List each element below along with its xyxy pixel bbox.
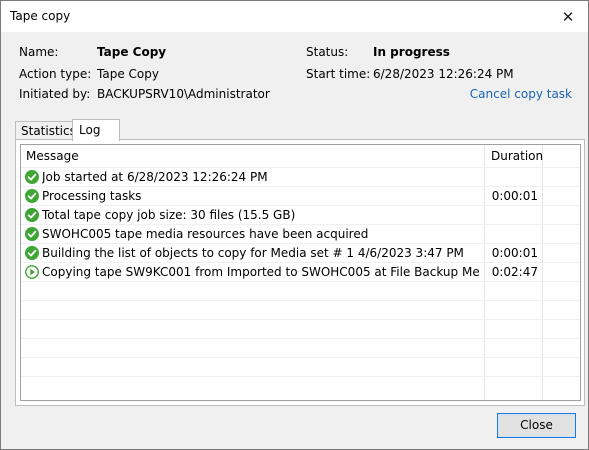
close-icon[interactable]: ✕ (548, 1, 588, 32)
success-icon (25, 208, 39, 222)
success-icon (25, 189, 39, 203)
log-message: Copying tape SW9KC001 from Imported to S… (42, 265, 479, 279)
table-row[interactable]: Total tape copy job size: 30 files (15.5… (21, 205, 580, 225)
action-type-value: Tape Copy (97, 67, 159, 81)
close-button[interactable]: Close (497, 413, 576, 438)
name-label: Name: (19, 45, 59, 59)
log-message: Job started at 6/28/2023 12:26:24 PM (42, 170, 268, 184)
success-icon (25, 227, 39, 241)
success-icon (25, 170, 39, 184)
table-row[interactable]: Job started at 6/28/2023 12:26:24 PM (21, 167, 580, 187)
cancel-copy-task-link[interactable]: Cancel copy task (470, 87, 572, 101)
start-time-label: Start time: (306, 67, 371, 81)
log-message: SWOHC005 tape media resources have been … (42, 227, 369, 241)
log-message: Building the list of objects to copy for… (42, 246, 464, 260)
status-value: In progress (373, 45, 450, 59)
log-duration: 0:02:47 (491, 265, 538, 279)
log-duration: 0:00:01 (491, 189, 538, 203)
table-row[interactable]: Building the list of objects to copy for… (21, 243, 580, 263)
column-header-duration[interactable]: Duration (491, 145, 543, 167)
column-header-message[interactable]: Message (26, 145, 79, 167)
running-icon (25, 265, 39, 279)
table-row[interactable]: Processing tasks 0:00:01 (21, 186, 580, 206)
table-row[interactable] (21, 357, 580, 377)
table-row[interactable] (21, 376, 580, 396)
initiated-by-label: Initiated by: (19, 87, 91, 101)
table-row[interactable]: SWOHC005 tape media resources have been … (21, 224, 580, 244)
table-row[interactable] (21, 300, 580, 320)
title-bar: Tape copy ✕ (1, 1, 588, 32)
table-row[interactable] (21, 319, 580, 339)
initiated-by-value: BACKUPSRV10\Administrator (97, 87, 270, 101)
table-row[interactable]: Copying tape SW9KC001 from Imported to S… (21, 262, 580, 282)
log-panel: Message Duration Job started at 6/28/202… (15, 139, 585, 406)
action-type-label: Action type: (19, 67, 92, 81)
status-label: Status: (306, 45, 349, 59)
tape-copy-dialog: Tape copy ✕ Name: Tape Copy Action type:… (0, 0, 589, 450)
table-row[interactable] (21, 338, 580, 358)
log-message: Total tape copy job size: 30 files (15.5… (42, 208, 296, 222)
log-duration: 0:00:01 (491, 246, 538, 260)
start-time-value: 6/28/2023 12:26:24 PM (373, 67, 514, 81)
table-row[interactable] (21, 281, 580, 301)
name-value: Tape Copy (97, 45, 167, 59)
log-table[interactable]: Message Duration Job started at 6/28/202… (20, 144, 581, 401)
tab-log[interactable]: Log (72, 119, 120, 141)
log-message: Processing tasks (42, 189, 142, 203)
success-icon (25, 246, 39, 260)
window-title: Tape copy (10, 9, 71, 23)
